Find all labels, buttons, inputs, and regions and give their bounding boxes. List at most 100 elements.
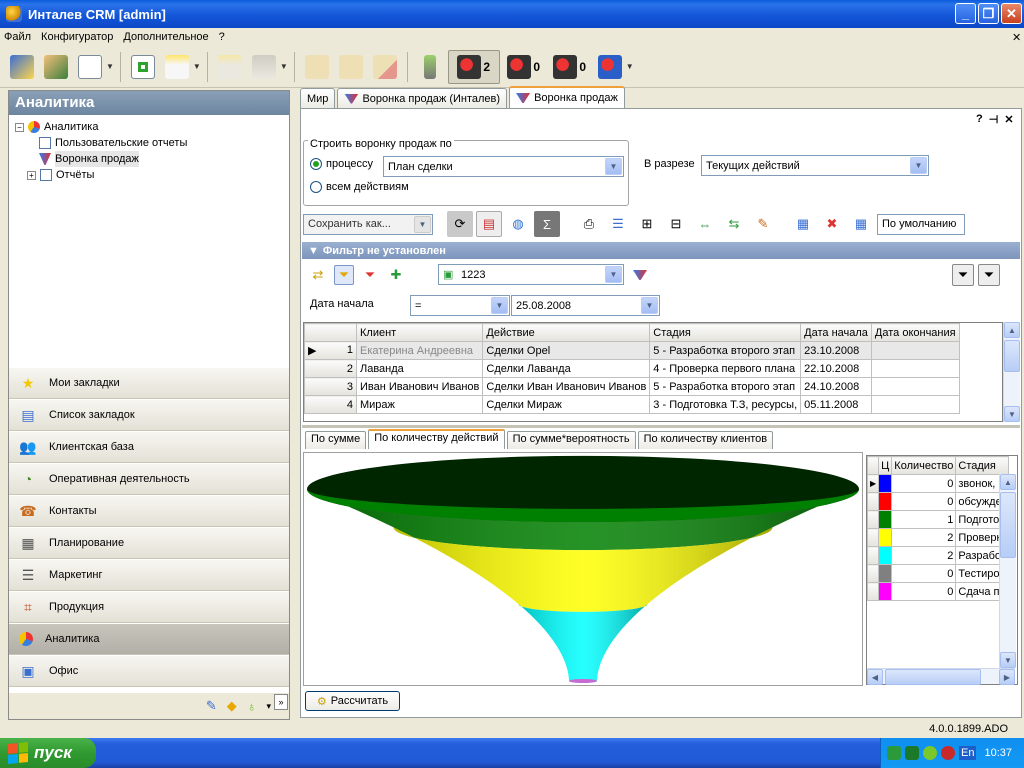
document-button[interactable] [74, 50, 106, 84]
tab-by-sum[interactable]: По сумме [305, 431, 367, 449]
cell-start-date[interactable]: 05.11.2008 [800, 395, 872, 414]
tab-by-weighted-sum[interactable]: По сумме*вероятность [506, 431, 636, 449]
layout-select[interactable]: По умолчанию [877, 213, 965, 235]
nav-my-bookmarks[interactable]: ★ Мои закладки [9, 367, 289, 399]
new-folder-button[interactable] [301, 50, 333, 84]
designer-button[interactable] [6, 50, 38, 84]
radio-button[interactable] [310, 181, 322, 193]
cell-action[interactable]: Сделки Мираж [482, 395, 651, 414]
legend-row[interactable]: 2 Разрабо [867, 546, 1009, 565]
print-button[interactable]: ⎙ [576, 211, 602, 237]
tasks-blocked-button[interactable]: 0 [548, 50, 592, 84]
minimize-button[interactable]: _ [955, 3, 976, 24]
legend-row[interactable]: 0 обсужде [867, 492, 1009, 511]
nav-contacts[interactable]: ☎ Контакты [9, 495, 289, 527]
delete-view-button[interactable]: ✖ [819, 211, 845, 237]
cell-start-date[interactable]: 24.10.2008 [800, 377, 872, 396]
table-row[interactable]: 4 Мираж Сделки Мираж 3 - Подготовка Т.З, ре… [304, 395, 960, 414]
chevron-down-icon[interactable]: ▼ [280, 62, 288, 71]
splitter[interactable] [302, 425, 1020, 428]
maximize-button[interactable]: ❐ [978, 3, 999, 24]
process-select[interactable]: План сделки ▼ [383, 156, 624, 177]
tree-item-user-reports[interactable]: Пользовательские отчеты [15, 135, 283, 151]
cell-action[interactable]: Сделки Opel [482, 341, 651, 360]
table-row[interactable]: 3 Иван Иванович Иванов Сделки Иван Иванови… [304, 377, 960, 396]
tasks-in-progress-button[interactable]: 2 [447, 49, 500, 84]
network-icon[interactable] [887, 746, 901, 760]
chevron-down-icon[interactable]: ▼ [193, 62, 201, 71]
legend-col-count[interactable]: Количество [891, 456, 957, 475]
cell-stage[interactable]: 4 - Проверка первого плана [649, 359, 802, 378]
tab-by-client-count[interactable]: По количеству клиентов [637, 431, 774, 449]
slice-select[interactable]: Текущих действий ▼ [701, 155, 929, 176]
nav-office[interactable]: ▣ Офис [9, 655, 289, 687]
table-row[interactable]: ▶ 1 Екатерина Андреевна Сделки Opel 5 - Разр… [304, 341, 960, 360]
edit-view-button[interactable]: ✎ [750, 211, 776, 237]
link-filter-button[interactable]: ⇄ [308, 265, 328, 285]
cell-client[interactable]: Иван Иванович Иванов [355, 377, 484, 396]
chevron-down-icon[interactable]: ▼ [605, 266, 622, 283]
pin-icon[interactable]: ⊣ [989, 113, 999, 126]
scroll-up-icon[interactable]: ▲ [1004, 322, 1020, 338]
legend-row-indicator[interactable] [867, 582, 880, 601]
operator-select[interactable]: = ▼ [410, 295, 510, 316]
legend-row-indicator[interactable] [867, 564, 880, 583]
refresh-button[interactable] [127, 50, 159, 84]
new-form-button[interactable] [214, 50, 246, 84]
menu-help[interactable]: ? [219, 31, 225, 43]
row-indicator[interactable]: ▶ 1 [304, 341, 357, 360]
save-as-select[interactable]: Сохранить как... ▼ [303, 213, 433, 235]
legend-col-color[interactable]: Ц [878, 456, 893, 475]
filter-list-button[interactable]: ⏷ [978, 264, 1000, 286]
filter-header[interactable]: ▼ Фильтр не установлен [302, 242, 1020, 259]
start-button[interactable]: пуск [0, 738, 96, 768]
designer-icon[interactable]: ✎ [206, 698, 217, 714]
cell-client[interactable]: Лаванда [355, 359, 484, 378]
calculate-button[interactable]: ⚙ Рассчитать [305, 691, 400, 711]
nav-planning[interactable]: ▦ Планирование [9, 527, 289, 559]
tree-item-analytics[interactable]: − Аналитика [15, 119, 283, 135]
filter-options-button[interactable]: ⏷ [952, 264, 974, 286]
col-client[interactable]: Клиент [355, 323, 484, 342]
cell-end-date[interactable] [870, 359, 960, 378]
scroll-up-icon[interactable]: ▲ [1000, 474, 1016, 490]
edit-folder-button[interactable] [335, 50, 367, 84]
cell-stage[interactable]: 5 - Разработка второго этап [649, 341, 802, 360]
collapse-columns-button[interactable]: ⇆ [721, 211, 747, 237]
saved-filter-select[interactable]: ▣ 1223 ▼ [438, 264, 624, 285]
col-end-date[interactable]: Дата окончания [870, 323, 960, 342]
add-filter-button[interactable]: ✚ [386, 265, 406, 285]
nav-client-base[interactable]: 👥 Клиентская база [9, 431, 289, 463]
cell-end-date[interactable] [870, 341, 960, 360]
legend-row[interactable]: 0 Тестиро [867, 564, 1009, 583]
legend-row-indicator[interactable]: ▶ [867, 474, 880, 493]
nav-operations[interactable]: ◔ Оперативная деятельность [9, 463, 289, 495]
sum-button[interactable]: Σ [534, 211, 560, 237]
close-icon[interactable]: ✕ [1004, 113, 1013, 126]
collapse-icon[interactable]: − [15, 122, 24, 132]
tasks-overdue-button[interactable]: 0 [502, 50, 546, 84]
nav-marketing[interactable]: ☰ Маркетинг [9, 559, 289, 591]
new-view-button[interactable]: ▦ [790, 211, 816, 237]
radio-button[interactable] [310, 158, 322, 170]
menu-additional[interactable]: Дополнительное [123, 31, 208, 43]
col-action[interactable]: Действие [482, 323, 651, 342]
web-button[interactable]: ◍ [505, 211, 531, 237]
row-indicator[interactable]: 2 [304, 359, 357, 378]
chevron-down-icon[interactable]: ▼ [491, 297, 508, 314]
expand-all-button[interactable]: ⊞ [634, 211, 660, 237]
clear-filter-button[interactable]: ⏷ [360, 265, 380, 285]
date-picker[interactable]: 25.08.2008 ▼ [511, 295, 660, 316]
tree-item-sales-funnel[interactable]: Воронка продаж [15, 151, 283, 167]
col-stage[interactable]: Стадия [649, 323, 802, 342]
chevron-down-icon[interactable]: ▼ [910, 157, 927, 174]
apply-filter-button[interactable]: ⏷ [334, 265, 354, 285]
phone-button[interactable] [414, 50, 446, 84]
legend-row[interactable]: 1 Подгото [867, 510, 1009, 529]
tab-by-action-count[interactable]: По количеству действий [368, 429, 505, 449]
scroll-thumb[interactable] [1000, 492, 1016, 558]
antivirus-icon[interactable] [905, 746, 919, 760]
scroll-down-icon[interactable]: ▼ [1004, 406, 1020, 422]
nav-products[interactable]: ⌗ Продукция [9, 591, 289, 623]
chevron-down-icon[interactable]: ▼ [641, 297, 658, 314]
